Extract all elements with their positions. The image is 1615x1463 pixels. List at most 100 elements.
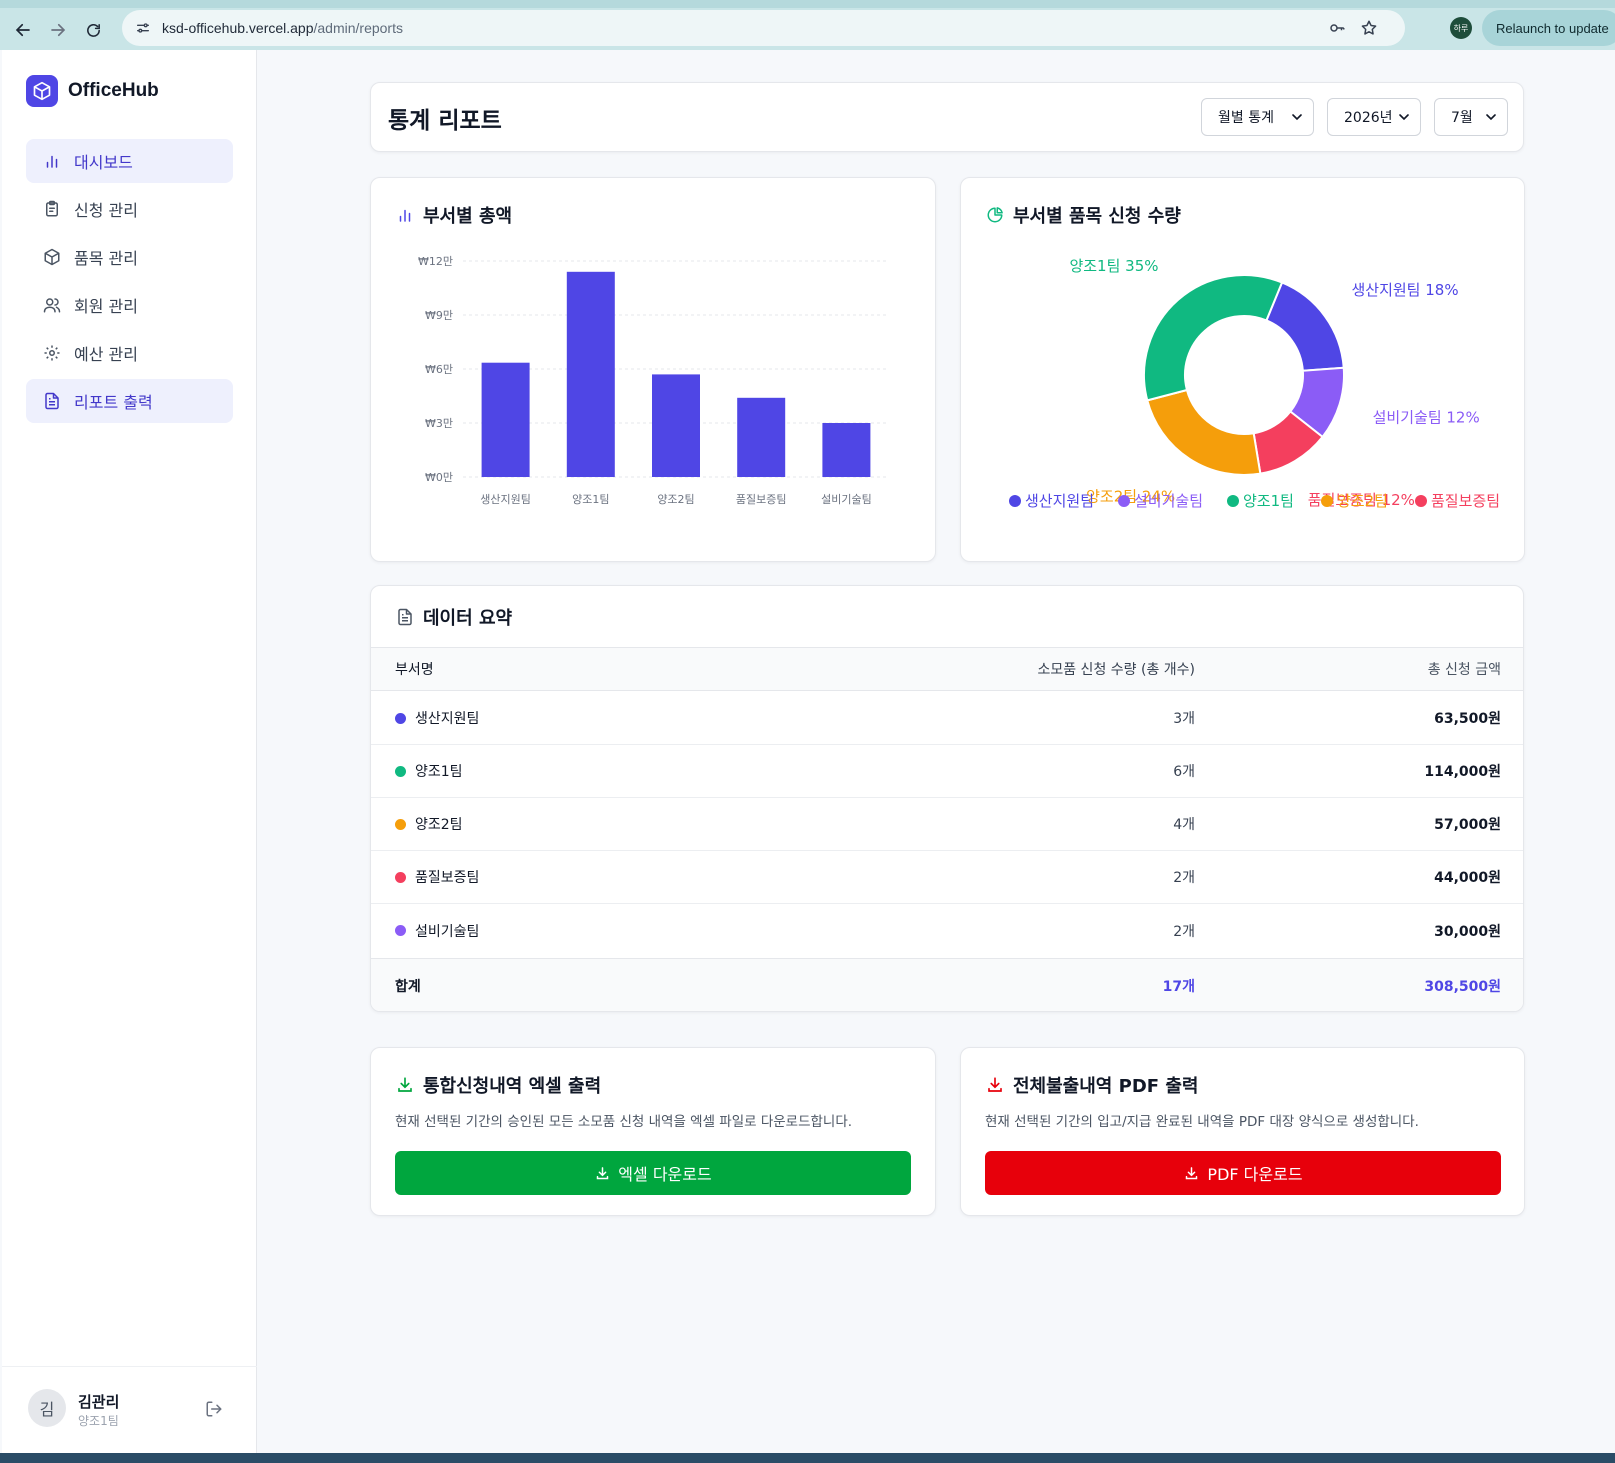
legend-label: 설비기술팀: [1134, 492, 1203, 510]
pdf-description: 현재 선택된 기간의 입고/지급 완료된 내역을 PDF 대장 양식으로 생성합…: [985, 1114, 1419, 1130]
slice-label: 생산지원팀 18%: [1351, 281, 1458, 299]
slice-label: 설비기술팀 12%: [1373, 409, 1480, 427]
period-type-select[interactable]: 월별 통계: [1201, 98, 1314, 136]
sidebar-menu: 대시보드 신청 관리 품목 관리 회원 관리 예산 관리 리포트 출력: [26, 139, 233, 427]
sidebar-item-label: 회원 관리: [74, 297, 138, 316]
sidebar-item-requests[interactable]: 신청 관리: [26, 187, 233, 231]
card-title: 전체불출내역 PDF 출력: [985, 1072, 1198, 1098]
bar-1: [566, 271, 615, 477]
legend-marker: [1118, 495, 1130, 507]
slice-0: [1265, 281, 1345, 372]
sidebar-item-label: 신청 관리: [74, 201, 138, 220]
excel-download-button[interactable]: 엑셀 다운로드: [395, 1151, 911, 1195]
sidebar-item-label: 품목 관리: [74, 249, 138, 268]
year-value: 2026년: [1344, 110, 1393, 126]
table-row: 생산지원팀 3개 63,500원: [371, 692, 1523, 745]
pie-chart-icon: [985, 205, 1005, 225]
chevron-down-icon: [1289, 109, 1305, 125]
y-tick-label: ₩12만: [418, 255, 453, 268]
column-quantity: 소모품 신청 수량 (총 개수): [1037, 662, 1195, 678]
bookmark-star-icon[interactable]: [1359, 18, 1379, 38]
department-total-chart-card: 부서별 총액 ₩0만 ₩3만 ₩6만 ₩9만 ₩12만 생산지원팀 양조1팀 양조2팀 품질보증…: [370, 177, 936, 562]
page-title: 통계 리포트: [388, 108, 502, 134]
user-name: 김관리: [78, 1393, 120, 1411]
table-header: 부서명 소모품 신청 수량 (총 개수) 총 신청 금액: [371, 647, 1523, 691]
year-select[interactable]: 2026년: [1327, 98, 1421, 136]
y-tick-label: ₩0만: [425, 471, 453, 484]
forward-icon[interactable]: [45, 17, 71, 43]
row-department: 양조1팀: [395, 745, 463, 797]
back-icon[interactable]: [10, 17, 36, 43]
table-row: 품질보증팀 2개 44,000원: [371, 851, 1523, 904]
relaunch-button[interactable]: Relaunch to update: [1482, 10, 1615, 46]
sidebar-item-label: 리포트 출력: [74, 393, 153, 412]
sidebar-item-label: 대시보드: [74, 153, 133, 172]
legend-label: 생산지원팀: [1025, 492, 1094, 510]
bar-3: [737, 397, 786, 477]
cube-logo-icon: [26, 75, 58, 107]
chevron-down-icon: [1483, 109, 1499, 125]
user-team: 양조1팀: [78, 1414, 119, 1428]
report-header: 통계 리포트 월별 통계 2026년 7월: [370, 82, 1524, 152]
row-amount: 30,000원: [1434, 923, 1501, 940]
sidebar-item-budget[interactable]: 예산 관리: [26, 331, 233, 375]
slice-4: [1143, 274, 1284, 402]
reload-icon[interactable]: [80, 17, 106, 43]
download-icon: [1183, 1165, 1199, 1181]
chevron-down-icon: [1396, 109, 1412, 125]
bar-4: [822, 423, 871, 477]
brand-logo[interactable]: OfficeHub: [26, 75, 159, 107]
card-title: 부서별 품목 신청 수량: [985, 202, 1181, 228]
row-quantity: 2개: [1173, 870, 1195, 886]
pdf-download-button[interactable]: PDF 다운로드: [985, 1151, 1501, 1195]
row-amount: 57,000원: [1434, 817, 1501, 833]
excel-description: 현재 선택된 기간의 승인된 모든 소모품 신청 내역을 엑셀 파일로 다운로드…: [395, 1114, 853, 1130]
color-dot: [395, 925, 406, 936]
row-department: 생산지원팀: [395, 692, 479, 744]
url-text: ksd-officehub.vercel.app/admin/reports: [162, 20, 403, 36]
avatar: 김: [28, 1389, 66, 1427]
department-name: 설비기술팀: [415, 923, 480, 940]
color-dot: [395, 712, 406, 724]
file-icon: [42, 391, 62, 411]
row-quantity: 4개: [1173, 817, 1195, 833]
sidebar-item-items[interactable]: 품목 관리: [26, 235, 233, 279]
department-name: 생산지원팀: [415, 711, 480, 727]
password-key-icon[interactable]: [1327, 18, 1347, 38]
sidebar-item-members[interactable]: 회원 관리: [26, 283, 233, 327]
bar-chart-title: 부서별 총액: [423, 206, 513, 227]
month-select[interactable]: 7월: [1434, 98, 1508, 136]
site-info-icon[interactable]: [132, 17, 154, 39]
bar-2: [652, 374, 700, 477]
row-quantity: 3개: [1173, 711, 1195, 727]
x-tick-label: 생산지원팀: [480, 493, 531, 506]
legend-marker: [1009, 495, 1021, 507]
pie-chart-title: 부서별 품목 신청 수량: [1013, 206, 1181, 227]
row-department: 품질보증팀: [395, 851, 479, 903]
profile-avatar[interactable]: 하루: [1450, 17, 1472, 39]
y-tick-label: ₩6만: [425, 363, 453, 376]
table-row: 양조1팀 6개 114,000원: [371, 745, 1523, 798]
row-quantity: 2개: [1173, 923, 1195, 940]
bar-chart-icon: [395, 205, 415, 225]
download-icon: [395, 1075, 415, 1095]
sidebar-item-dashboard[interactable]: 대시보드: [26, 139, 233, 183]
users-icon: [42, 295, 62, 315]
download-icon: [594, 1165, 610, 1181]
row-department: 설비기술팀: [395, 904, 479, 957]
legend-label: 양조1팀: [1243, 492, 1294, 510]
sidebar-item-reports[interactable]: 리포트 출력: [26, 379, 233, 423]
sidebar: OfficeHub 대시보드 신청 관리 품목 관리 회원 관리 예산 관리 리…: [2, 50, 257, 1453]
legend-label: 품질보증팀: [1431, 492, 1500, 510]
logout-icon[interactable]: [204, 1399, 224, 1419]
address-bar[interactable]: ksd-officehub.vercel.app/admin/reports: [122, 10, 1405, 46]
file-icon: [395, 607, 415, 627]
clipboard-icon: [42, 199, 62, 219]
sidebar-item-label: 예산 관리: [74, 345, 138, 364]
data-summary-card: 데이터 요약 부서명 소모품 신청 수량 (총 개수) 총 신청 금액 생산지원…: [370, 585, 1524, 1012]
row-amount: 114,000원: [1424, 764, 1501, 780]
pdf-button-label: PDF 다운로드: [1207, 1165, 1303, 1184]
month-value: 7월: [1451, 110, 1473, 126]
row-amount: 44,000원: [1434, 870, 1501, 886]
total-amount: 308,500원: [1424, 979, 1501, 995]
